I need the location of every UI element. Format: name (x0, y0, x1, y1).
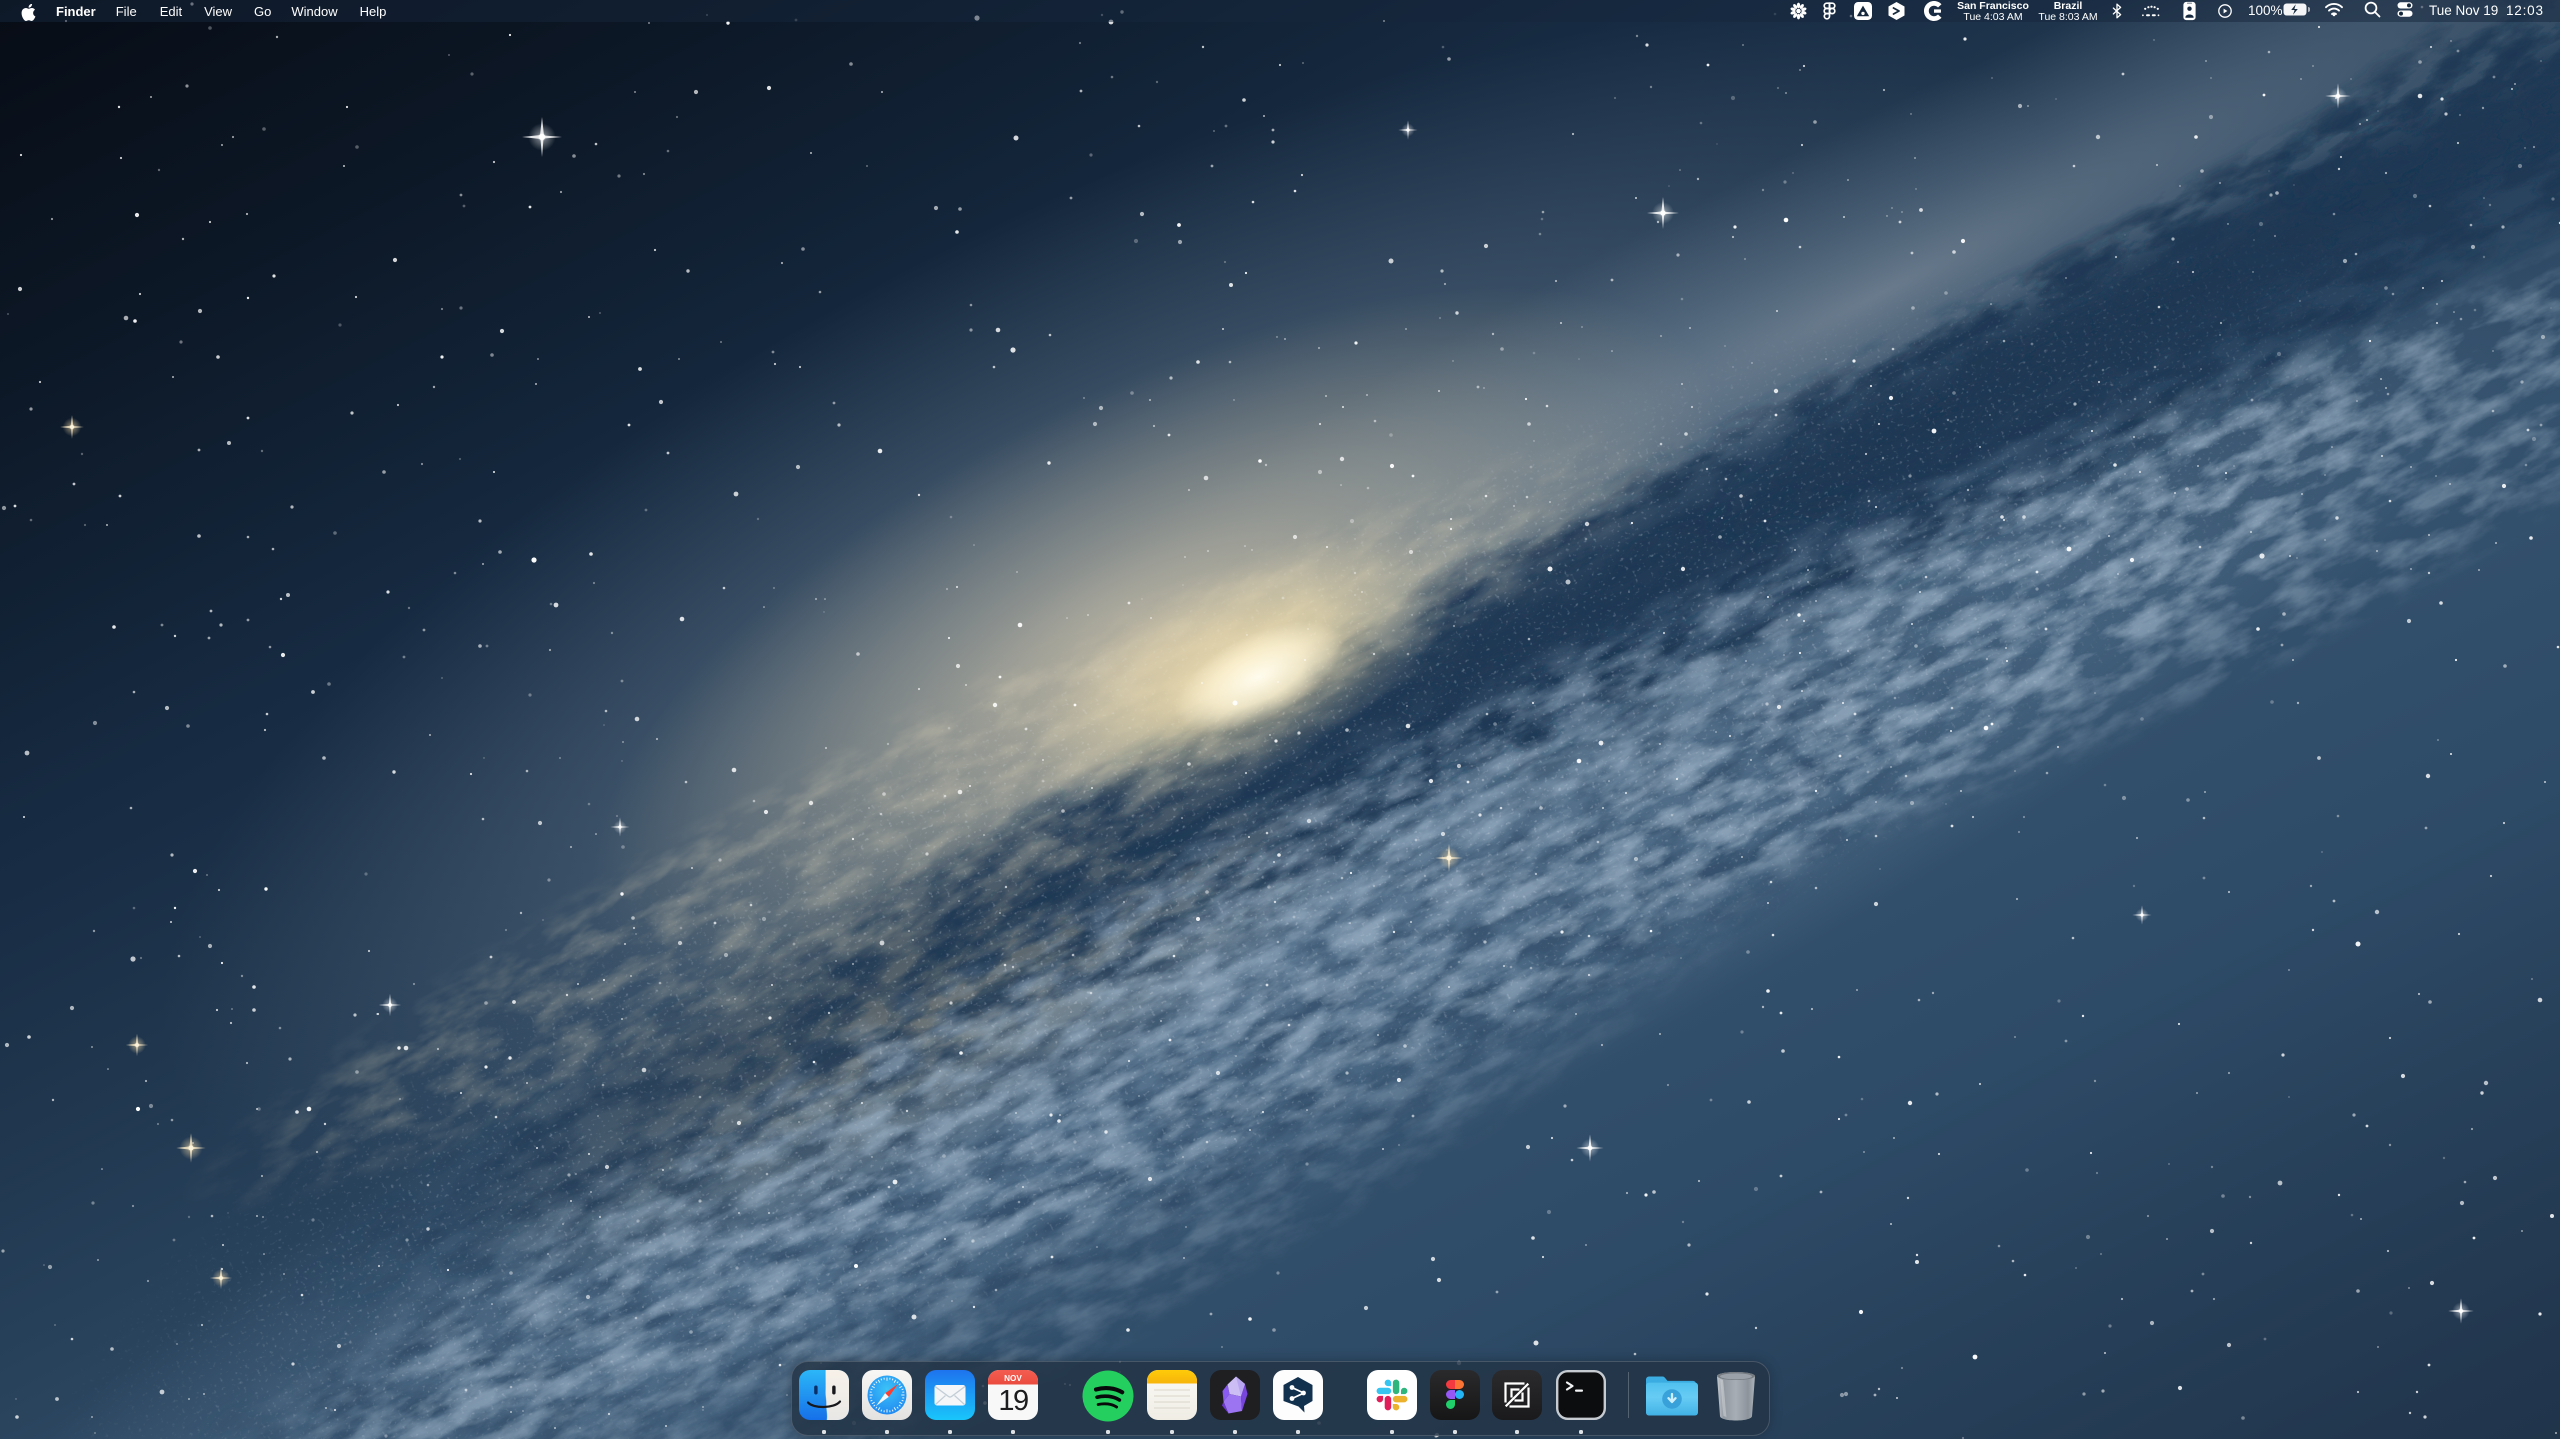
svg-text:19: 19 (998, 1385, 1028, 1417)
svg-text:NOV: NOV (1004, 1374, 1022, 1383)
